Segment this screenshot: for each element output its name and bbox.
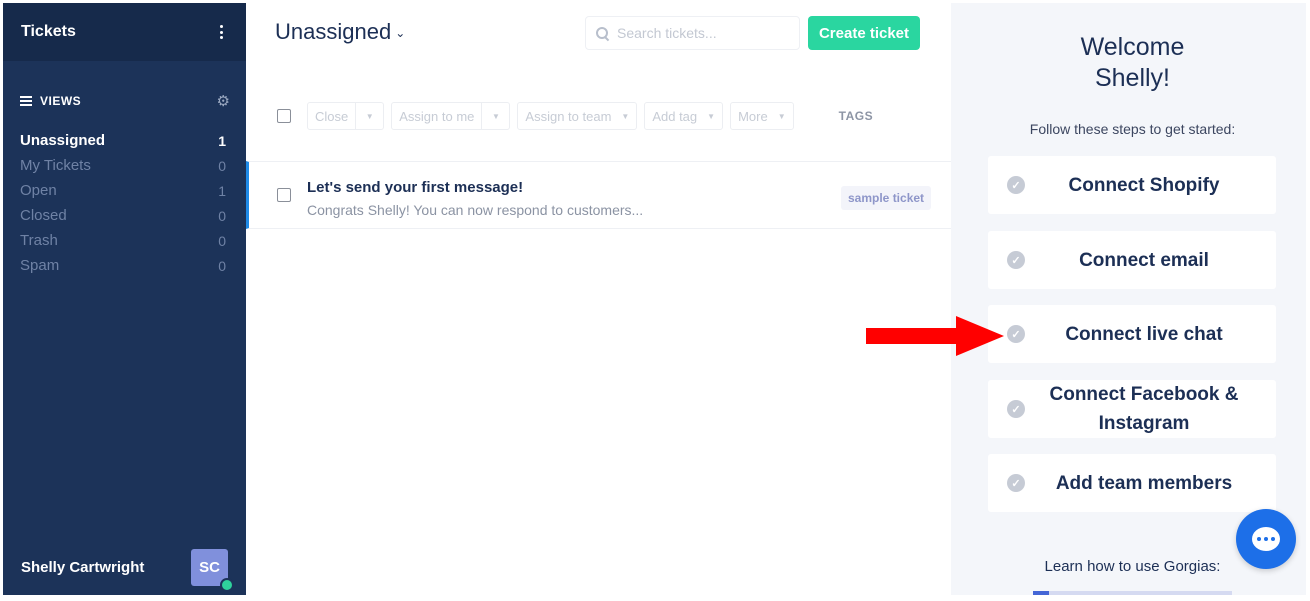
- sidebar-item-label: Open: [20, 182, 57, 199]
- close-button-group: Close ▼: [307, 102, 385, 130]
- assign-me-button-group: Assign to me ▼: [391, 102, 511, 130]
- close-dropdown-caret-icon[interactable]: ▼: [356, 102, 385, 130]
- sidebar-item-label: Spam: [20, 257, 60, 274]
- tags-column-header: TAGS: [838, 109, 874, 123]
- sidebar-header: Tickets: [3, 3, 246, 61]
- app-root: Tickets VIEWS ⚙ Unassigned 1 My Tickets …: [0, 0, 1310, 601]
- search-icon: [596, 26, 609, 40]
- more-button[interactable]: More ▼: [730, 102, 794, 130]
- check-circle-icon: ✓: [1007, 400, 1025, 418]
- ticket-tag[interactable]: sample ticket: [841, 186, 932, 210]
- sidebar-item-open[interactable]: Open 1: [3, 178, 246, 203]
- check-circle-icon: ✓: [1007, 176, 1025, 194]
- step-label: Add team members: [1055, 472, 1233, 494]
- step-label: Connect Facebook & Instagram: [1049, 384, 1239, 434]
- step-connect-live-chat[interactable]: ✓ Connect live chat: [988, 305, 1276, 363]
- view-list: Unassigned 1 My Tickets 0 Open 1 Closed …: [3, 128, 246, 278]
- sidebar-item-count: 0: [218, 232, 226, 249]
- more-label: More: [738, 108, 768, 124]
- assign-dropdown-caret-icon[interactable]: ▼: [482, 102, 511, 130]
- ticket-list-pane: Unassigned ⌄ Create ticket Close ▼ Assig…: [246, 3, 951, 595]
- sidebar-item-count: 1: [218, 132, 226, 149]
- page-title: Unassigned: [275, 19, 392, 44]
- sidebar: Tickets VIEWS ⚙ Unassigned 1 My Tickets …: [3, 3, 246, 595]
- sidebar-item-label: Unassigned: [20, 132, 106, 149]
- add-tag-button[interactable]: Add tag ▼: [644, 102, 724, 130]
- step-connect-shopify[interactable]: ✓ Connect Shopify: [988, 156, 1276, 214]
- list-icon: [20, 96, 32, 106]
- sidebar-item-label: Trash: [20, 232, 58, 249]
- sidebar-item-label: My Tickets: [20, 157, 91, 174]
- assign-to-team-button[interactable]: Assign to team ▼: [517, 102, 638, 130]
- chevron-down-icon: ⌄: [395, 26, 406, 40]
- chevron-down-icon: ▼: [707, 111, 716, 121]
- chat-launcher-button[interactable]: [1236, 509, 1296, 569]
- sidebar-title: Tickets: [21, 23, 76, 40]
- user-name: Shelly Cartwright: [21, 558, 145, 576]
- search-input[interactable]: [617, 25, 787, 41]
- select-all-checkbox[interactable]: [277, 109, 291, 123]
- ticket-subject: Let's send your first message!: [307, 179, 524, 196]
- sidebar-item-count: 0: [218, 257, 226, 274]
- more-options-icon[interactable]: [214, 23, 228, 41]
- avatar[interactable]: SC: [191, 548, 234, 592]
- red-arrow-icon: [866, 316, 1004, 356]
- assign-to-team-label: Assign to team: [525, 108, 612, 124]
- chevron-down-icon: ▼: [621, 111, 630, 121]
- bulk-action-toolbar: Close ▼ Assign to me ▼ Assign to team ▼ …: [246, 96, 951, 136]
- onboarding-panel: Welcome Shelly! Follow these steps to ge…: [951, 3, 1306, 595]
- welcome-heading: Welcome Shelly!: [951, 32, 1310, 94]
- create-ticket-button[interactable]: Create ticket: [808, 16, 920, 50]
- sidebar-item-my-tickets[interactable]: My Tickets 0: [3, 153, 246, 178]
- sidebar-item-spam[interactable]: Spam 0: [3, 253, 246, 278]
- ticket-checkbox[interactable]: [277, 188, 291, 202]
- avatar-initials: SC: [199, 558, 220, 576]
- close-button[interactable]: Close: [307, 102, 357, 130]
- learn-progress-fill: [1033, 591, 1049, 595]
- step-label: Connect Shopify: [1068, 174, 1220, 196]
- view-selector[interactable]: Unassigned ⌄: [275, 19, 405, 45]
- check-circle-icon: ✓: [1007, 325, 1025, 343]
- sidebar-item-closed[interactable]: Closed 0: [3, 203, 246, 228]
- welcome-line-1: Welcome: [1080, 33, 1185, 61]
- step-label: Connect email: [1079, 249, 1209, 271]
- sidebar-item-label: Closed: [20, 207, 67, 224]
- sidebar-item-count: 0: [218, 207, 226, 224]
- step-connect-facebook-instagram[interactable]: ✓ Connect Facebook & Instagram: [988, 380, 1276, 438]
- onboarding-subtitle: Follow these steps to get started:: [1029, 121, 1236, 137]
- ticket-preview: Congrats Shelly! You can now respond to …: [307, 202, 644, 218]
- step-connect-email[interactable]: ✓ Connect email: [988, 231, 1276, 289]
- check-circle-icon: ✓: [1007, 474, 1025, 492]
- online-status-icon: [220, 577, 234, 592]
- add-tag-label: Add tag: [652, 108, 698, 124]
- search-box[interactable]: [585, 16, 800, 50]
- assign-to-me-button[interactable]: Assign to me: [391, 102, 483, 130]
- gear-icon[interactable]: ⚙: [217, 92, 230, 110]
- check-circle-icon: ✓: [1007, 251, 1025, 269]
- learn-progress-bar: [1033, 591, 1232, 595]
- chat-bubble-icon: [1252, 527, 1280, 551]
- sidebar-item-unassigned[interactable]: Unassigned 1: [3, 128, 246, 153]
- sidebar-item-count: 0: [218, 157, 226, 174]
- ticket-row[interactable]: Let's send your first message! Congrats …: [246, 161, 951, 229]
- chevron-down-icon: ▼: [777, 111, 786, 121]
- step-add-team-members[interactable]: ✓ Add team members: [988, 454, 1276, 512]
- views-label: VIEWS: [40, 94, 82, 108]
- sidebar-item-count: 1: [218, 182, 226, 199]
- step-label: Connect live chat: [1065, 323, 1223, 345]
- user-footer[interactable]: Shelly Cartwright SC: [3, 539, 246, 595]
- welcome-line-2: Shelly!: [1094, 64, 1171, 92]
- sidebar-item-trash[interactable]: Trash 0: [3, 228, 246, 253]
- views-header: VIEWS ⚙: [3, 92, 246, 110]
